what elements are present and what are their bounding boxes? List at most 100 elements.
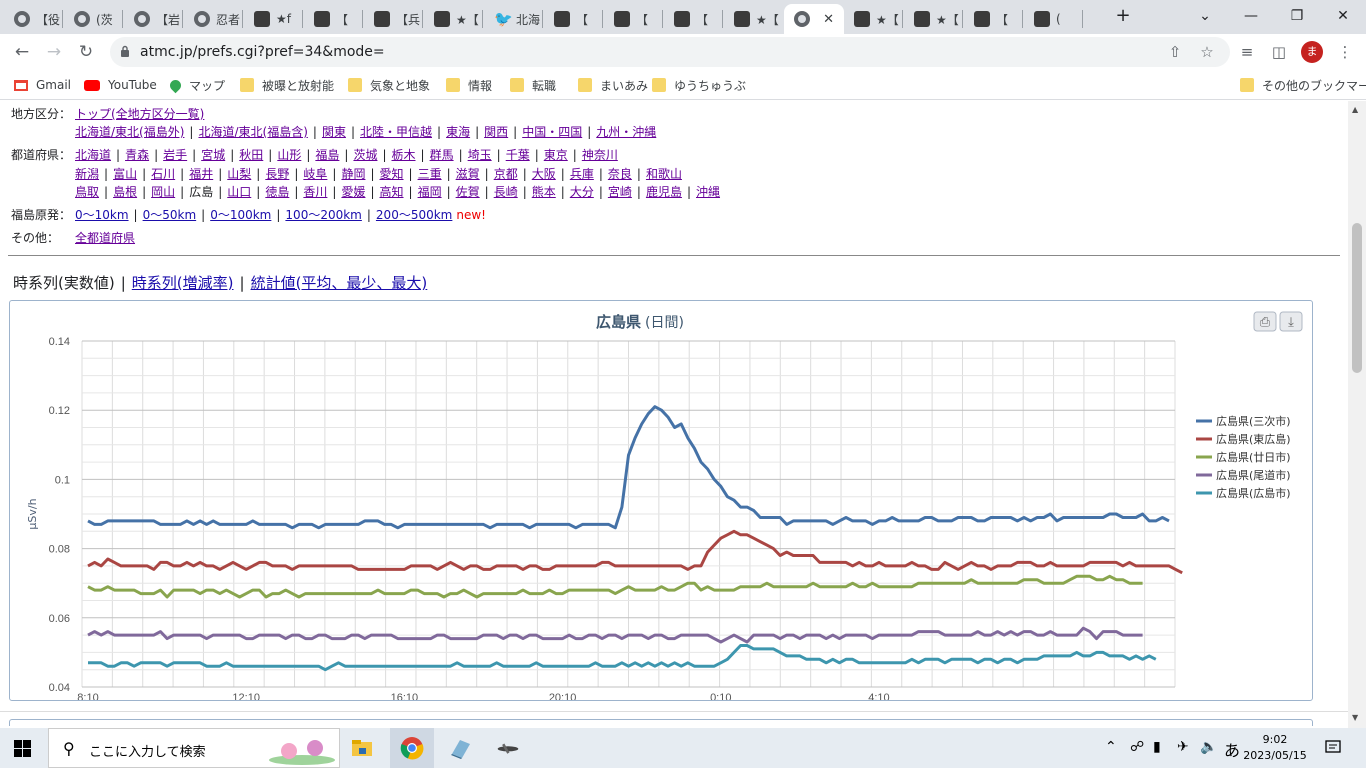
tab-active[interactable]: ✕ bbox=[784, 4, 844, 34]
bookmark-item[interactable]: まいあみ bbox=[578, 77, 648, 93]
chrome-icon[interactable] bbox=[400, 736, 424, 760]
menu-icon[interactable]: ⋮ bbox=[1334, 43, 1356, 61]
pref-link[interactable]: 滋賀 bbox=[456, 167, 480, 181]
pref-link[interactable]: 秋田 bbox=[239, 148, 263, 162]
pref-link[interactable]: 大分 bbox=[570, 185, 594, 199]
notification-icon[interactable] bbox=[1325, 740, 1341, 756]
back-button[interactable]: ← bbox=[8, 38, 36, 66]
taskbar-search-box[interactable]: ⚲ ここに入力して検索 bbox=[48, 728, 340, 768]
tab[interactable]: 忍者 bbox=[184, 4, 242, 34]
print-chart-icon[interactable]: ⎙ bbox=[1253, 311, 1277, 332]
pref-link[interactable]: 三重 bbox=[418, 167, 442, 181]
bookmark-item[interactable]: YouTube bbox=[84, 77, 157, 93]
pref-link[interactable]: 富山 bbox=[113, 167, 137, 181]
fukushima-link[interactable]: 0〜50km bbox=[143, 208, 197, 222]
scrollbar-thumb[interactable] bbox=[1352, 223, 1362, 373]
pref-link[interactable]: 北海道 bbox=[75, 148, 111, 162]
pref-link[interactable]: 茨城 bbox=[353, 148, 377, 162]
pref-link[interactable]: 福岡 bbox=[418, 185, 442, 199]
volume-icon[interactable]: 🔈 bbox=[1200, 739, 1217, 755]
bookmark-other[interactable]: その他のブックマーク bbox=[1240, 77, 1366, 93]
pref-link[interactable]: 鹿児島 bbox=[646, 185, 682, 199]
notes-app-icon[interactable] bbox=[448, 736, 472, 760]
pref-link[interactable]: 宮崎 bbox=[608, 185, 632, 199]
new-tab-button[interactable]: + bbox=[1100, 4, 1146, 28]
region-link[interactable]: 北海道/東北(福島含) bbox=[198, 125, 307, 139]
forward-button[interactable]: → bbox=[40, 38, 68, 66]
windows-start-icon[interactable] bbox=[14, 740, 31, 757]
pref-link[interactable]: 福井 bbox=[189, 167, 213, 181]
bookmark-item[interactable]: 情報 bbox=[446, 77, 492, 93]
pref-link[interactable]: 群馬 bbox=[430, 148, 454, 162]
pref-link[interactable]: 香川 bbox=[303, 185, 327, 199]
pref-link[interactable]: 東京 bbox=[544, 148, 568, 162]
pref-link[interactable]: 島根 bbox=[113, 185, 137, 199]
reading-list-icon[interactable]: ≡ bbox=[1236, 43, 1258, 61]
scroll-down-icon[interactable]: ▼ bbox=[1352, 713, 1358, 722]
bookmark-item[interactable]: 転職 bbox=[510, 77, 556, 93]
bookmark-item[interactable]: 被曝と放射能 bbox=[240, 77, 334, 93]
pref-link[interactable]: 福島 bbox=[315, 148, 339, 162]
tab[interactable]: ★【 bbox=[724, 4, 782, 34]
tab[interactable]: 【 bbox=[604, 4, 662, 34]
pref-link[interactable]: 山形 bbox=[277, 148, 301, 162]
pref-link[interactable]: 長崎 bbox=[494, 185, 518, 199]
minimize-button[interactable]: — bbox=[1228, 4, 1274, 28]
region-top-link[interactable]: トップ(全地方区分一覧) bbox=[75, 107, 204, 121]
battery-icon[interactable]: ▮ bbox=[1153, 739, 1161, 755]
airplane-mode-icon[interactable]: ✈ bbox=[1177, 739, 1189, 755]
tab[interactable]: ( bbox=[1024, 4, 1082, 34]
pref-link[interactable]: 千葉 bbox=[506, 148, 530, 162]
tab[interactable]: 【 bbox=[964, 4, 1022, 34]
region-link[interactable]: 九州・沖縄 bbox=[596, 125, 656, 139]
fukushima-link[interactable]: 0〜10km bbox=[75, 208, 129, 222]
url-text[interactable]: atmc.jp/prefs.cgi?pref=34&mode= bbox=[140, 44, 385, 60]
pref-link[interactable]: 愛知 bbox=[380, 167, 404, 181]
region-link[interactable]: 中国・四国 bbox=[522, 125, 582, 139]
tab[interactable]: ★【 bbox=[424, 4, 482, 34]
pref-link[interactable]: 静岡 bbox=[341, 167, 365, 181]
other-link[interactable]: 全都道府県 bbox=[75, 231, 135, 245]
fukushima-link[interactable]: 200〜500km bbox=[376, 208, 452, 222]
share-icon[interactable]: ⇧ bbox=[1166, 43, 1184, 61]
address-bar[interactable]: atmc.jp/prefs.cgi?pref=34&mode= ⇧ ☆ bbox=[110, 37, 1230, 67]
view-link-statistics[interactable]: 統計値(平均、最少、最大) bbox=[251, 274, 428, 292]
profile-avatar[interactable]: ま bbox=[1301, 41, 1323, 63]
pref-link[interactable]: 岐阜 bbox=[303, 167, 327, 181]
pref-link[interactable]: 高知 bbox=[380, 185, 404, 199]
pref-link[interactable]: 岡山 bbox=[151, 185, 175, 199]
pref-link[interactable]: 鳥取 bbox=[75, 185, 99, 199]
bookmark-item[interactable]: ゆうちゅうぶ bbox=[652, 77, 746, 93]
bookmark-item[interactable]: Gmail bbox=[14, 77, 71, 93]
pref-link[interactable]: 青森 bbox=[125, 148, 149, 162]
region-link[interactable]: 東海 bbox=[446, 125, 470, 139]
airplane-app-icon[interactable] bbox=[496, 736, 520, 760]
pref-link[interactable]: 新潟 bbox=[75, 167, 99, 181]
pref-link[interactable]: 岩手 bbox=[163, 148, 187, 162]
pref-link[interactable]: 奈良 bbox=[608, 167, 632, 181]
fukushima-link[interactable]: 0〜100km bbox=[210, 208, 271, 222]
pref-link[interactable]: 栃木 bbox=[392, 148, 416, 162]
page-scrollbar[interactable]: ▲ ▼ bbox=[1348, 101, 1366, 728]
scroll-up-icon[interactable]: ▲ bbox=[1352, 105, 1358, 114]
pref-link[interactable]: 宮城 bbox=[201, 148, 225, 162]
pref-link[interactable]: 埼玉 bbox=[468, 148, 492, 162]
bookmark-item[interactable]: 気象と地象 bbox=[348, 77, 430, 93]
tab[interactable]: ★f bbox=[244, 4, 302, 34]
side-panel-icon[interactable]: ◫ bbox=[1268, 43, 1290, 61]
pref-link[interactable]: 愛媛 bbox=[341, 185, 365, 199]
tab-search-icon[interactable]: ⌄ bbox=[1182, 4, 1228, 28]
file-explorer-icon[interactable] bbox=[350, 736, 374, 760]
pref-link[interactable]: 和歌山 bbox=[646, 167, 682, 181]
tab[interactable]: ★【 bbox=[904, 4, 962, 34]
pref-link[interactable]: 山口 bbox=[227, 185, 251, 199]
taskbar-clock[interactable]: 9:02 2023/05/15 bbox=[1240, 732, 1310, 764]
tab[interactable]: 🐦 北海 bbox=[484, 4, 542, 34]
region-link[interactable]: 関東 bbox=[322, 125, 346, 139]
tab[interactable]: 【兵 bbox=[364, 4, 422, 34]
maximize-button[interactable]: ❐ bbox=[1274, 4, 1320, 28]
tab[interactable]: 【 bbox=[304, 4, 362, 34]
bookmark-item[interactable]: マップ bbox=[167, 77, 225, 93]
close-window-button[interactable]: ✕ bbox=[1320, 4, 1366, 28]
bookmark-star-icon[interactable]: ☆ bbox=[1198, 43, 1216, 61]
